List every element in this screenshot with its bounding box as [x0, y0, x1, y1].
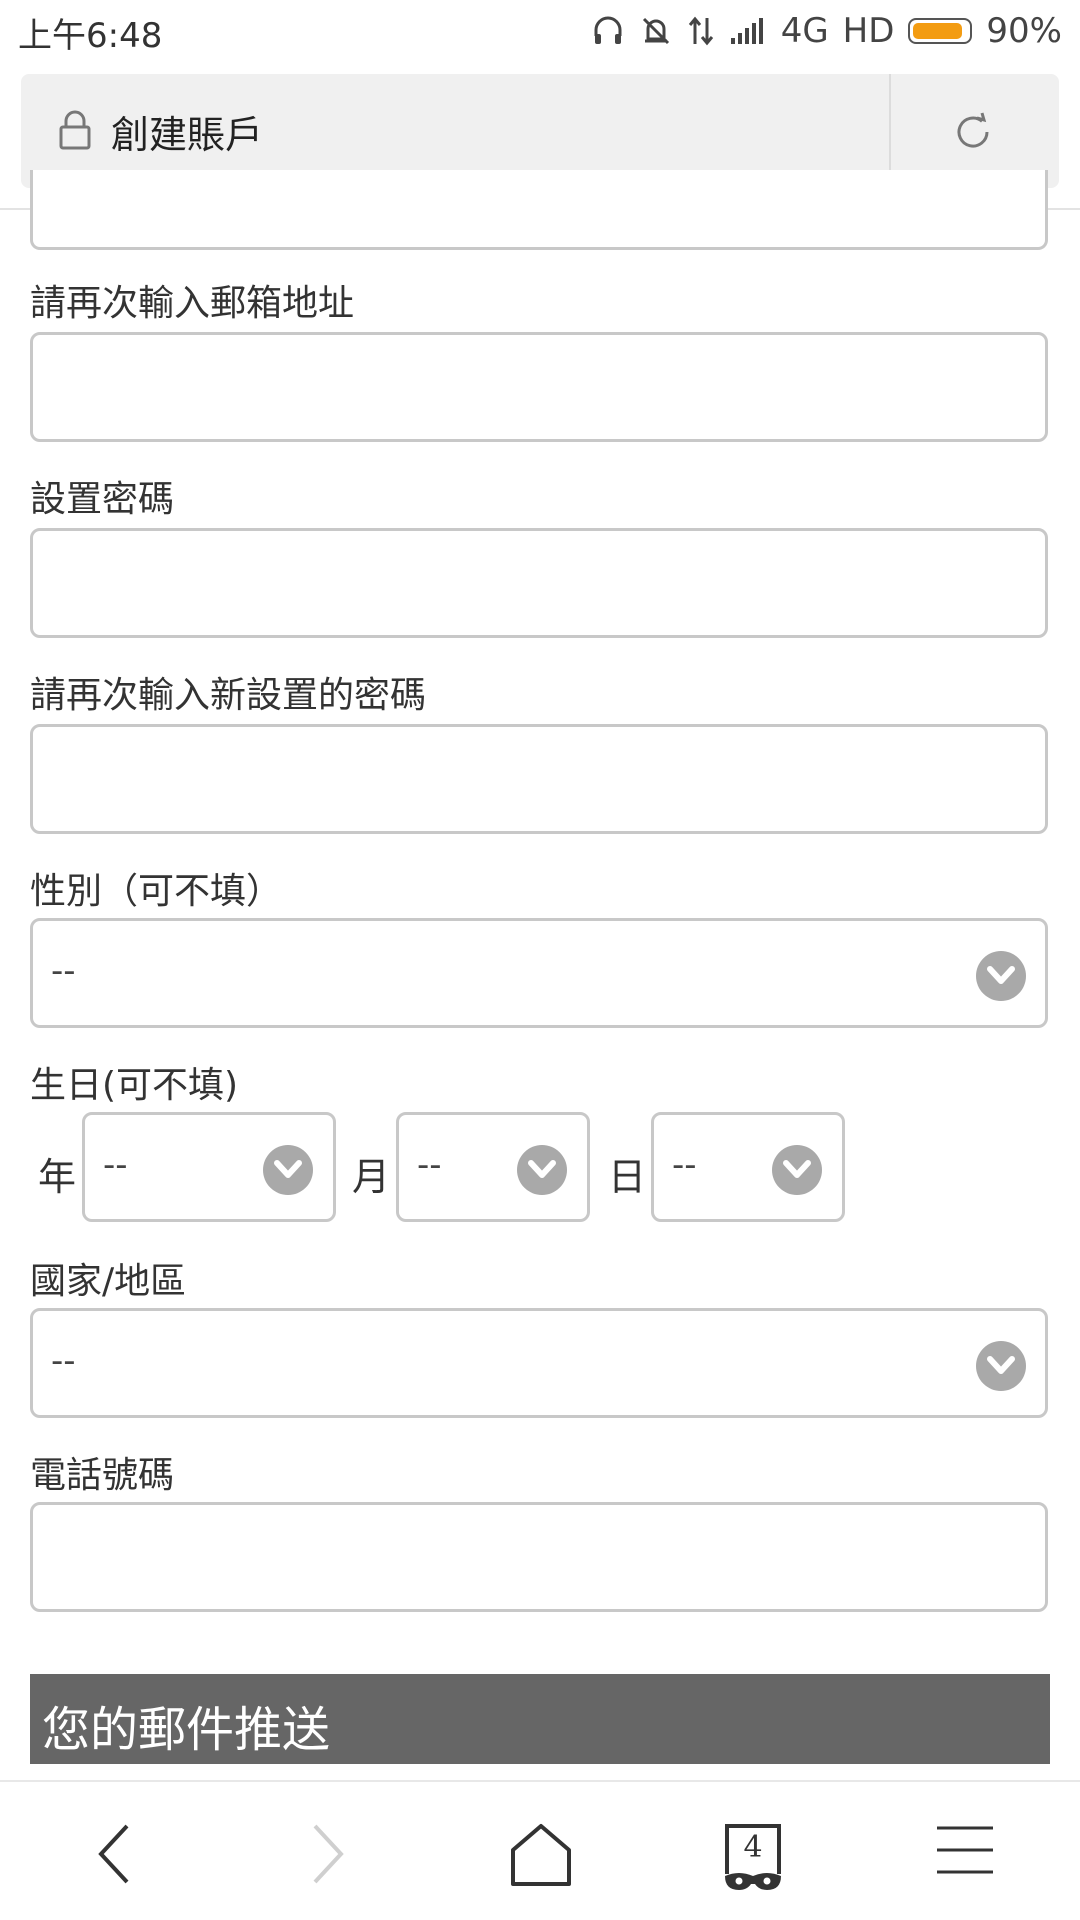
status-icons: 4G HD 90% [591, 8, 1062, 54]
gender-select[interactable]: -- [30, 918, 1048, 1028]
home-button[interactable] [496, 1822, 586, 1902]
forward-icon [282, 1822, 372, 1886]
confirm-email-field[interactable] [30, 332, 1048, 442]
year-value: -- [103, 1145, 128, 1185]
year-select[interactable]: -- [82, 1112, 336, 1222]
reload-icon[interactable] [951, 110, 995, 158]
chevron-down-icon [976, 1341, 1026, 1391]
confirm-password-field[interactable] [30, 724, 1048, 834]
gender-label: 性別（可不填） [30, 871, 283, 912]
signal-icon [729, 16, 767, 46]
mail-push-section-header: 您的郵件推送 [30, 1674, 1050, 1764]
chevron-down-icon [263, 1145, 313, 1195]
country-label: 國家/地區 [30, 1261, 187, 1302]
network-type: 4G [780, 11, 829, 51]
headphones-icon [591, 14, 625, 48]
bottom-nav: 4 [0, 1780, 1080, 1920]
month-select[interactable]: -- [396, 1112, 590, 1222]
month-label: 月 [352, 1155, 391, 1199]
status-time: 上午6:48 [18, 16, 163, 56]
page-title: 創建賬戶 [111, 113, 264, 157]
battery-percent: 90% [986, 11, 1062, 51]
chevron-down-icon [772, 1145, 822, 1195]
home-icon [496, 1822, 586, 1888]
day-select[interactable]: -- [651, 1112, 845, 1222]
country-select[interactable]: -- [30, 1308, 1048, 1418]
birthday-label: 生日(可不填) [30, 1065, 239, 1106]
data-transfer-icon [687, 14, 715, 48]
back-icon [70, 1822, 160, 1886]
menu-icon [920, 1822, 1010, 1878]
hd-indicator: HD [842, 11, 895, 51]
confirm-password-label: 請再次輸入新設置的密碼 [30, 675, 427, 716]
day-label: 日 [608, 1155, 647, 1199]
battery-icon [908, 18, 973, 44]
phone-label: 電話號碼 [30, 1455, 175, 1496]
tabs-button[interactable]: 4 [708, 1822, 798, 1902]
day-value: -- [672, 1145, 697, 1185]
alarm-off-icon [639, 14, 673, 48]
gender-value: -- [51, 951, 76, 991]
password-label: 設置密碼 [30, 479, 175, 520]
chevron-down-icon [517, 1145, 567, 1195]
password-field[interactable] [30, 528, 1048, 638]
year-label: 年 [38, 1155, 77, 1199]
back-button[interactable] [70, 1822, 160, 1902]
battery-fill [913, 23, 963, 39]
tab-count: 4 [743, 1830, 763, 1865]
month-value: -- [417, 1145, 442, 1185]
confirm-email-label: 請再次輸入郵箱地址 [30, 283, 355, 324]
menu-button[interactable] [920, 1822, 1010, 1902]
chevron-down-icon [976, 951, 1026, 1001]
forward-button[interactable] [282, 1822, 372, 1902]
country-value: -- [51, 1341, 76, 1381]
status-bar: 上午6:48 4G HD 90% [0, 0, 1080, 62]
lock-icon [59, 110, 91, 154]
email-field[interactable] [30, 170, 1048, 250]
phone-field[interactable] [30, 1502, 1048, 1612]
